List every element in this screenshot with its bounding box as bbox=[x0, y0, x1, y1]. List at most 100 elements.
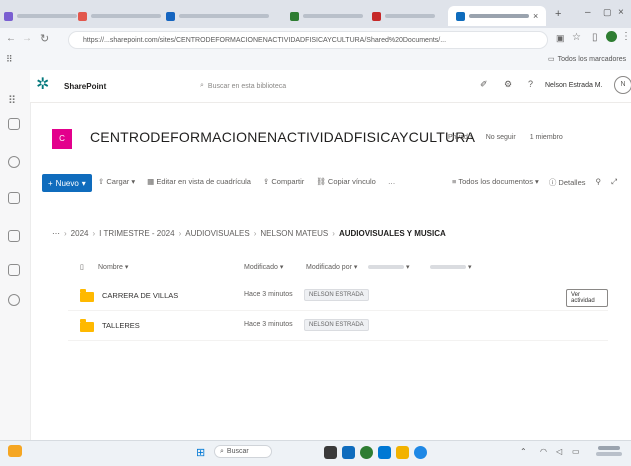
home-icon[interactable] bbox=[8, 118, 20, 130]
tab-favicon-icon bbox=[456, 11, 465, 21]
waffle-menu-icon[interactable]: ⠿ bbox=[8, 94, 16, 107]
info-icon: ⓘ bbox=[548, 178, 559, 187]
minimize-icon[interactable]: – bbox=[585, 7, 591, 18]
breadcrumb-item[interactable]: I TRIMESTRE - 2024 bbox=[99, 229, 174, 238]
browser-tab[interactable] bbox=[166, 6, 269, 26]
quick-access-icon[interactable]: ✐ bbox=[480, 79, 488, 90]
list-row[interactable]: CARRERA DE VILLAS Hace 3 minutos NELSON … bbox=[68, 282, 608, 311]
file-explorer-icon[interactable] bbox=[342, 446, 355, 459]
breadcrumb-item[interactable]: 2024 bbox=[71, 229, 89, 238]
row-name[interactable]: TALLERES bbox=[102, 321, 140, 330]
store-icon[interactable] bbox=[378, 446, 391, 459]
profile-avatar[interactable] bbox=[606, 31, 617, 42]
column-modified[interactable]: Modificado ▾ bbox=[244, 258, 283, 276]
column-extra-2[interactable]: ▾ bbox=[430, 258, 480, 276]
all-bookmarks-button[interactable]: ▭ Todos los marcadores bbox=[548, 55, 626, 64]
column-name-label: Nombre bbox=[98, 263, 123, 271]
edge-icon[interactable] bbox=[414, 446, 427, 459]
wifi-icon[interactable]: ◠ bbox=[540, 447, 547, 456]
members-button[interactable]: 1 miembro bbox=[530, 134, 563, 141]
battery-icon[interactable]: ▭ bbox=[572, 447, 580, 456]
volume-icon[interactable]: ◁ bbox=[556, 447, 562, 456]
list-icon[interactable] bbox=[8, 264, 20, 276]
folder-app-icon[interactable] bbox=[396, 446, 409, 459]
app-name[interactable]: SharePoint bbox=[64, 82, 106, 91]
list-row[interactable]: TALLERES Hace 3 minutos NELSON ESTRADA bbox=[68, 312, 608, 341]
new-button[interactable]: + Nuevo ▾ bbox=[42, 174, 92, 192]
reload-icon[interactable]: ↻ bbox=[40, 32, 49, 45]
document-icon[interactable] bbox=[8, 230, 20, 242]
grid-edit-button[interactable]: ▦ Editar en vista de cuadrícula bbox=[147, 177, 251, 186]
clock[interactable] bbox=[594, 444, 624, 460]
list-header: ▯ Nombre ▾ Modificado ▾ Modificado por ▾… bbox=[68, 258, 608, 276]
create-icon[interactable] bbox=[8, 294, 20, 306]
site-title[interactable]: CENTRODEFORMACIONENACTIVIDADFISICAYCULTU… bbox=[90, 129, 475, 145]
sharepoint-logo-icon[interactable]: ✲ bbox=[36, 77, 49, 93]
row-modified-by[interactable]: NELSON ESTRADA bbox=[304, 319, 369, 331]
tray-chevron-icon[interactable]: ⌃ bbox=[520, 447, 527, 456]
apps-grid-icon[interactable]: ⠿ bbox=[6, 54, 13, 65]
view-switcher[interactable]: ≡ Todos los documentos ▾ bbox=[452, 177, 539, 188]
tab-title bbox=[303, 14, 363, 18]
column-name[interactable]: Nombre ▾ bbox=[98, 258, 128, 276]
close-tab-icon[interactable]: × bbox=[533, 11, 538, 21]
forward-icon[interactable]: → bbox=[22, 33, 32, 44]
column-modified-by[interactable]: Modificado por ▾ bbox=[306, 258, 357, 276]
share-button[interactable]: ⇪ Compartir bbox=[263, 177, 304, 186]
bookmarks-bar: ⠿ ▭ Todos los marcadores bbox=[0, 52, 631, 70]
news-icon[interactable] bbox=[8, 192, 20, 204]
new-label: Nuevo bbox=[55, 178, 79, 188]
user-name[interactable]: Nelson Estrada M. bbox=[545, 82, 603, 89]
app-rail: ⠿ bbox=[0, 70, 31, 440]
row-action-button[interactable]: Ver actividad bbox=[566, 289, 608, 307]
new-tab-icon[interactable]: + bbox=[555, 8, 561, 20]
folder-icon: ▭ bbox=[548, 56, 555, 63]
task-view-icon[interactable] bbox=[324, 446, 337, 459]
browser-tab-active[interactable]: × bbox=[448, 6, 547, 26]
details-label: Detalles bbox=[558, 178, 586, 187]
tab-title bbox=[17, 14, 77, 18]
expand-icon[interactable]: ⤢ bbox=[611, 177, 617, 188]
column-extra-1[interactable]: ▾ bbox=[368, 258, 418, 276]
bookmark-star-icon[interactable]: ☆ bbox=[572, 32, 581, 43]
site-logo[interactable]: C bbox=[52, 129, 72, 149]
browser-tab[interactable] bbox=[78, 6, 161, 26]
back-icon[interactable]: ← bbox=[6, 33, 16, 44]
row-name[interactable]: CARRERA DE VILLAS bbox=[102, 291, 178, 300]
breadcrumb-item[interactable]: NELSON MATEUS bbox=[260, 229, 328, 238]
settings-gear-icon[interactable]: ⚙ bbox=[504, 79, 512, 90]
menu-kebab-icon[interactable]: ⋮ bbox=[621, 31, 631, 42]
breadcrumb-back-icon[interactable]: ⋯ bbox=[52, 229, 60, 238]
extensions-icon[interactable]: ▣ bbox=[556, 33, 565, 44]
weather-icon[interactable] bbox=[8, 445, 22, 457]
globe-icon[interactable] bbox=[8, 156, 20, 168]
taskbar-search[interactable]: ⌕ Buscar bbox=[214, 445, 272, 458]
user-avatar[interactable]: N bbox=[614, 76, 631, 94]
browser-tab[interactable] bbox=[290, 6, 363, 26]
row-modified: Hace 3 minutos bbox=[244, 321, 293, 328]
start-icon[interactable]: ⊞ bbox=[196, 446, 205, 459]
browser-tab[interactable] bbox=[4, 6, 77, 26]
sidepanel-icon[interactable]: ▯ bbox=[592, 32, 598, 43]
link-icon: ⛓ bbox=[316, 177, 328, 186]
tab-favicon-icon bbox=[372, 11, 381, 21]
filter-icon[interactable]: ⚲ bbox=[596, 177, 602, 188]
copy-link-button[interactable]: ⛓ Copiar vínculo bbox=[316, 177, 376, 186]
tab-title bbox=[469, 14, 529, 18]
maximize-icon[interactable]: ▢ bbox=[603, 7, 612, 18]
help-icon[interactable]: ? bbox=[528, 79, 533, 89]
breadcrumb-item[interactable]: AUDIOVISUALES bbox=[185, 229, 249, 238]
privacy-label: Privado bbox=[448, 134, 472, 141]
more-commands-button[interactable]: … bbox=[388, 177, 396, 186]
details-button[interactable]: ⓘ Detalles bbox=[549, 177, 586, 188]
search-box[interactable]: ⌕ Buscar en esta biblioteca bbox=[200, 78, 360, 94]
browser-icon[interactable] bbox=[360, 446, 373, 459]
follow-button[interactable]: No seguir bbox=[486, 134, 516, 141]
search-icon: ⌕ bbox=[200, 82, 204, 89]
upload-button[interactable]: ⇧ Cargar ▾ bbox=[98, 177, 135, 186]
close-window-icon[interactable]: × bbox=[618, 7, 624, 18]
browser-tab-strip: × + – ▢ × bbox=[0, 0, 631, 28]
address-bar[interactable]: https://...sharepoint.com/sites/CENTRODE… bbox=[68, 31, 548, 49]
browser-tab[interactable] bbox=[372, 6, 435, 26]
row-modified-by[interactable]: NELSON ESTRADA bbox=[304, 289, 369, 301]
